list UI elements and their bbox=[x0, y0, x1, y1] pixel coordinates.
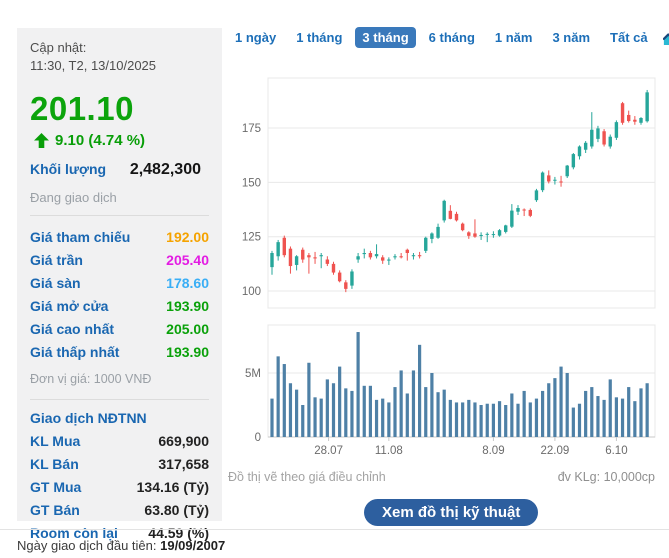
row-value: 178.60 bbox=[166, 275, 209, 291]
price-unit-note: Đơn vị giá: 1000 VNĐ bbox=[30, 372, 209, 386]
row-label: KL Bán bbox=[30, 456, 79, 472]
info-row: Giá sàn 178.60 bbox=[30, 272, 209, 295]
svg-text:100: 100 bbox=[242, 286, 261, 298]
row-label: KL Mua bbox=[30, 433, 80, 449]
stock-chart[interactable]: 100 125 150 175 0 5M 28.07 11.08 8.09 22.09 6.10 bbox=[228, 70, 660, 462]
svg-text:28.07: 28.07 bbox=[314, 445, 343, 457]
row-label: Giá cao nhất bbox=[30, 321, 114, 337]
row-value: 134.16 (Tỷ) bbox=[137, 479, 209, 495]
up-arrow-icon bbox=[34, 133, 49, 148]
period-tab-4[interactable]: 1 năm bbox=[488, 27, 540, 48]
svg-text:22.09: 22.09 bbox=[541, 445, 570, 457]
foreign-section-title: Giao dịch NĐTNN bbox=[30, 410, 209, 426]
info-row: KL Mua 669,900 bbox=[30, 430, 209, 453]
period-tab-2[interactable]: 3 tháng bbox=[355, 27, 415, 48]
svg-text:0: 0 bbox=[255, 432, 261, 444]
last-price: 201.10 bbox=[30, 90, 209, 128]
row-value: 669,900 bbox=[158, 433, 209, 449]
info-row: Giá tham chiếu 192.00 bbox=[30, 226, 209, 249]
first-trade-date: 19/09/2007 bbox=[160, 538, 225, 553]
volume-value: 2,482,300 bbox=[130, 161, 201, 179]
chart-svg: 100 125 150 175 0 5M 28.07 11.08 8.09 22.09 6.10 bbox=[228, 70, 660, 462]
price-info-rows: Giá tham chiếu 192.00 Giá trần 205.40 Giá sà… bbox=[30, 226, 209, 364]
svg-text:8.09: 8.09 bbox=[482, 445, 504, 457]
svg-text:150: 150 bbox=[242, 177, 261, 189]
svg-text:5M: 5M bbox=[245, 368, 261, 380]
period-tab-1[interactable]: 1 tháng bbox=[289, 27, 349, 48]
update-time: 11:30, T2, 13/10/2025 bbox=[30, 57, 209, 75]
row-value: 193.90 bbox=[166, 344, 209, 360]
foreign-info-rows: KL Mua 669,900 KL Bán 317,658 GT Mua 134.16 (… bbox=[30, 430, 209, 545]
chart-note: Đồ thị vẽ theo giá điều chỉnh bbox=[228, 470, 386, 484]
change-value: 9.10 (4.74 %) bbox=[55, 132, 145, 149]
period-tab-3[interactable]: 6 tháng bbox=[422, 27, 482, 48]
info-row: Giá thấp nhất 193.90 bbox=[30, 341, 209, 364]
svg-text:175: 175 bbox=[242, 123, 261, 135]
row-value: 63.80 (Tỷ) bbox=[144, 502, 209, 518]
row-label: Giá tham chiếu bbox=[30, 229, 130, 245]
session-status: Đang giao dịch bbox=[30, 190, 209, 205]
period-tabs: 1 ngày 1 tháng 3 tháng 6 tháng 1 năm3 năm Tất… bbox=[228, 27, 669, 48]
info-row: Giá cao nhất 205.00 bbox=[30, 318, 209, 341]
update-label: Cập nhật: bbox=[30, 39, 209, 57]
row-value: 205.00 bbox=[166, 321, 209, 337]
area-chart-icon[interactable] bbox=[663, 30, 669, 46]
chart-volume-unit: đv KLg: 10,000cp bbox=[558, 470, 655, 484]
period-tab-0[interactable]: 1 ngày bbox=[228, 27, 283, 48]
row-label: Giá mở cửa bbox=[30, 298, 108, 314]
row-label: Giá trần bbox=[30, 252, 83, 268]
svg-text:11.08: 11.08 bbox=[375, 445, 403, 457]
row-value: 317,658 bbox=[158, 456, 209, 472]
svg-text:125: 125 bbox=[242, 232, 261, 244]
row-label: GT Bán bbox=[30, 502, 80, 518]
period-tab-5[interactable]: 3 năm bbox=[545, 27, 597, 48]
first-trade-label: Ngày giao dịch đầu tiên: bbox=[17, 538, 160, 553]
row-label: Giá sàn bbox=[30, 275, 81, 291]
svg-text:6.10: 6.10 bbox=[605, 445, 627, 457]
row-value: 192.00 bbox=[166, 229, 209, 245]
info-row: GT Bán 63.80 (Tỷ) bbox=[30, 499, 209, 522]
quote-panel: Cập nhật: 11:30, T2, 13/10/2025 201.10 9… bbox=[17, 28, 222, 521]
row-label: GT Mua bbox=[30, 479, 81, 495]
info-row: Giá trần 205.40 bbox=[30, 249, 209, 272]
divider bbox=[30, 399, 209, 400]
first-trade-date-line: Ngày giao dịch đầu tiên: 19/09/2007 bbox=[17, 538, 225, 553]
info-row: KL Bán 317,658 bbox=[30, 453, 209, 476]
info-row: GT Mua 134.16 (Tỷ) bbox=[30, 476, 209, 499]
price-change: 9.10 (4.74 %) bbox=[34, 132, 209, 149]
technical-chart-button[interactable]: Xem đồ thị kỹ thuật bbox=[364, 499, 538, 526]
divider bbox=[0, 529, 669, 530]
info-row: Giá mở cửa 193.90 bbox=[30, 295, 209, 318]
divider bbox=[30, 215, 209, 216]
row-value: 193.90 bbox=[166, 298, 209, 314]
row-label: Giá thấp nhất bbox=[30, 344, 119, 360]
volume-label: Khối lượng bbox=[30, 161, 106, 177]
row-value: 205.40 bbox=[166, 252, 209, 268]
period-tab-6[interactable]: Tất cả bbox=[603, 27, 655, 48]
